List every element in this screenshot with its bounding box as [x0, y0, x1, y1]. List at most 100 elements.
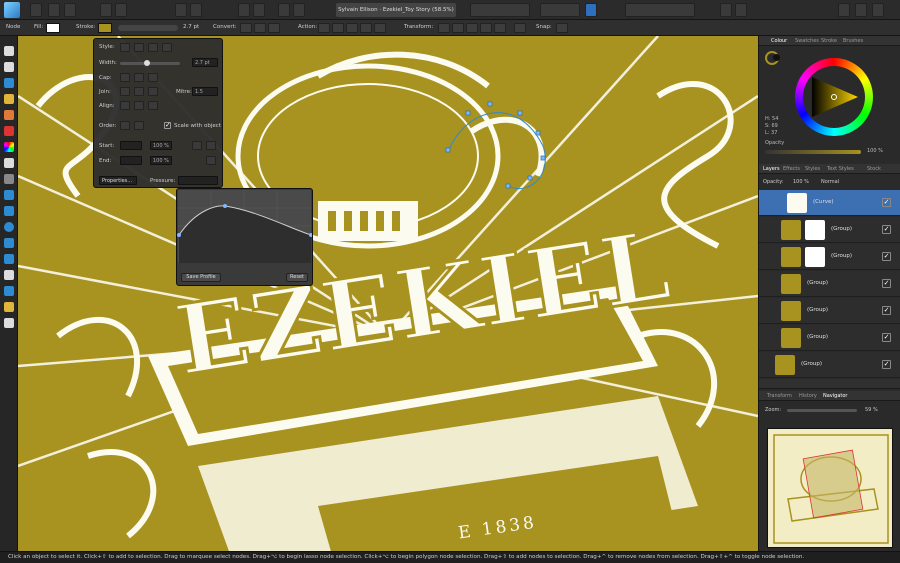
action-close-button[interactable] — [332, 23, 344, 33]
transform-c-button[interactable] — [466, 23, 478, 33]
style-solid-icon[interactable] — [134, 43, 144, 52]
tab-navigator[interactable]: Navigator — [823, 393, 847, 399]
layer-row[interactable]: (Group) ✓ — [759, 244, 900, 270]
layer-visibility-checkbox[interactable]: ✓ — [882, 252, 891, 261]
copy-icon[interactable] — [278, 3, 290, 17]
cap-square-icon[interactable] — [148, 73, 158, 82]
tab-stock[interactable]: Stock — [867, 166, 881, 172]
arrange-icon[interactable] — [238, 3, 250, 17]
transform-f-button[interactable] — [514, 23, 526, 33]
grid-icon[interactable] — [30, 3, 42, 17]
tab-transform[interactable]: Transform — [767, 393, 792, 399]
layer-visibility-checkbox[interactable]: ✓ — [882, 306, 891, 315]
join-bevel-icon[interactable] — [148, 87, 158, 96]
layers-opacity-value[interactable]: 100 % — [793, 179, 809, 185]
action-join-button[interactable] — [360, 23, 372, 33]
color-icon[interactable] — [855, 3, 867, 17]
grid2-icon[interactable] — [190, 3, 202, 17]
move-tool-icon[interactable] — [4, 46, 14, 56]
opacity-value[interactable]: 100 % — [867, 148, 883, 154]
layer-visibility-checkbox[interactable]: ✓ — [882, 198, 891, 207]
transform-e-button[interactable] — [494, 23, 506, 33]
swap-arrows-icon[interactable] — [206, 156, 216, 165]
navigator-preview[interactable] — [767, 428, 893, 548]
layer-row[interactable]: (Group) ✓ — [759, 298, 900, 324]
flip-group[interactable] — [540, 3, 580, 17]
layer-row[interactable]: (Curve) ✓ — [759, 190, 900, 216]
layer-row[interactable]: (Group) ✓ — [759, 325, 900, 351]
tab-stroke[interactable]: Stroke — [821, 38, 837, 44]
node-tool-icon[interactable] — [4, 62, 14, 72]
tab-history[interactable]: History — [799, 393, 817, 399]
convert-sharp-button[interactable] — [240, 23, 252, 33]
join-miter-icon[interactable] — [120, 87, 130, 96]
action-break-button[interactable] — [318, 23, 330, 33]
start-arrow-icon[interactable] — [192, 141, 202, 150]
convert-smooth-button[interactable] — [254, 23, 266, 33]
gear-icon[interactable] — [100, 3, 112, 17]
snap-button[interactable] — [556, 23, 568, 33]
layer-visibility-checkbox[interactable]: ✓ — [882, 279, 891, 288]
start-scale-field[interactable]: 100 % — [150, 141, 172, 150]
hand-tool-icon[interactable] — [4, 302, 14, 312]
tab-brushes[interactable]: Brushes — [843, 38, 863, 44]
pen-tool-icon[interactable] — [4, 94, 14, 104]
flower-icon[interactable] — [115, 3, 127, 17]
layer-visibility-checkbox[interactable]: ✓ — [882, 225, 891, 234]
width-thumb[interactable] — [144, 60, 150, 66]
transform-a-button[interactable] — [438, 23, 450, 33]
tab-styles[interactable]: Styles — [805, 166, 820, 172]
triangle-tool-icon[interactable] — [4, 254, 14, 264]
crop-tool-icon[interactable] — [4, 190, 14, 200]
document-title[interactable]: Sylvain Ellison · Ezekiel_Toy Story (58.… — [336, 3, 456, 17]
pressure-select[interactable] — [178, 176, 218, 185]
mitre-field[interactable]: 1.5 — [192, 87, 218, 96]
persona-icon[interactable] — [64, 3, 76, 17]
start-arrow2-icon[interactable] — [206, 141, 216, 150]
end-arrow-select[interactable] — [120, 156, 142, 165]
properties-button[interactable]: Properties... — [99, 176, 137, 185]
pressure-graph[interactable] — [177, 189, 312, 264]
scale-checkbox[interactable]: ✓ — [164, 122, 171, 129]
pencil-tool-icon[interactable] — [4, 110, 14, 120]
layer-visibility-checkbox[interactable]: ✓ — [882, 360, 891, 369]
rounded-rect-tool-icon[interactable] — [4, 238, 14, 248]
rectangle-tool-icon[interactable] — [4, 206, 14, 216]
layer-row[interactable]: (Group) ✓ — [759, 217, 900, 243]
save-profile-button[interactable]: Save Profile — [181, 273, 221, 282]
style-brush-icon[interactable] — [162, 43, 172, 52]
text-tool-icon[interactable] — [4, 270, 14, 280]
snapping-group[interactable] — [625, 3, 695, 17]
style-dash-icon[interactable] — [148, 43, 158, 52]
reset-button[interactable]: Reset — [286, 273, 308, 282]
tab-swatches[interactable]: Swatches — [795, 38, 819, 44]
color-triangle[interactable] — [804, 67, 864, 127]
tab-text-styles[interactable]: Text Styles — [827, 166, 854, 172]
resize-icon[interactable] — [735, 3, 747, 17]
cap-butt-icon[interactable] — [120, 73, 130, 82]
zoom-value[interactable]: 59 % — [865, 407, 878, 413]
blend-mode-select[interactable]: Normal — [821, 179, 839, 185]
layer-row[interactable]: (Group) ✓ — [759, 271, 900, 297]
transform-d-button[interactable] — [480, 23, 492, 33]
fill-tool-icon[interactable] — [4, 142, 14, 152]
width-field[interactable]: 2.7 pt — [192, 58, 218, 67]
ellipse-tool-icon[interactable] — [4, 222, 14, 232]
boolean-group[interactable] — [470, 3, 530, 17]
fill-color-well[interactable] — [773, 54, 780, 61]
expand-icon[interactable] — [720, 3, 732, 17]
zoom-slider[interactable] — [787, 409, 857, 412]
align-icon[interactable] — [585, 3, 597, 17]
align-inside-icon[interactable] — [134, 101, 144, 110]
action-reverse-button[interactable] — [374, 23, 386, 33]
tab-layers[interactable]: Layers — [763, 166, 780, 172]
width-value[interactable]: 2.7 pt — [183, 24, 199, 30]
order-behind-icon[interactable] — [120, 121, 130, 130]
order-front-icon[interactable] — [134, 121, 144, 130]
align-outside-icon[interactable] — [148, 101, 158, 110]
cap-round-icon[interactable] — [134, 73, 144, 82]
width-track[interactable] — [120, 62, 180, 65]
brush-tool-icon[interactable] — [4, 126, 14, 136]
assistant-icon[interactable] — [838, 3, 850, 17]
view-icon[interactable] — [175, 3, 187, 17]
